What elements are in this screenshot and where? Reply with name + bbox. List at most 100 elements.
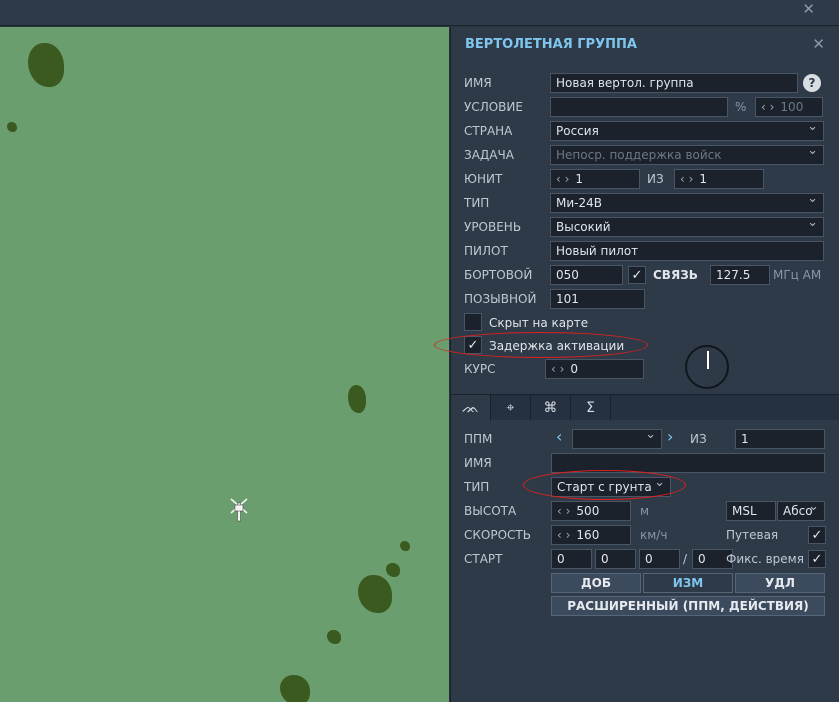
help-icon[interactable]: ? [803,74,821,92]
task-row: ЗАДАЧА Непоср. поддержка войск [464,145,830,165]
task-select[interactable]: Непоср. поддержка войск [550,145,824,165]
route-label: Путевая [726,528,779,542]
pilot-name-input[interactable]: Новый пилот [550,241,824,261]
wp-name-row: ИМЯ [464,453,830,473]
panel-close-icon[interactable]: ✕ [812,35,825,53]
annotation-circle [523,470,686,500]
start-label: СТАРТ [464,552,503,566]
speed-row: СКОРОСТЬ ‹ › 160 км/ч Путевая ✓ [464,525,830,545]
window-close-icon[interactable]: ✕ [802,0,815,18]
waypoint-row: ППМ ‹ › ИЗ 1 [464,427,830,449]
stepper-arrows-icon[interactable]: ‹ › [556,172,569,186]
unit-total-stepper[interactable]: ‹ › 1 [674,169,764,189]
tree-icon [280,675,310,702]
helicopter-unit-icon[interactable] [229,497,249,523]
tree-icon [28,43,64,87]
stepper-arrows-icon[interactable]: ‹ › [551,362,564,376]
type-label: ТИП [464,196,490,210]
name-label: ИМЯ [464,76,492,90]
aircraft-type-select[interactable]: Ми-24В [550,193,824,213]
start-hours-input[interactable]: 0 [551,549,592,569]
type-row: ТИП Ми-24В [464,193,830,213]
skill-label: УРОВЕНЬ [464,220,522,234]
altitude-mode-select[interactable]: Абсо [777,501,825,521]
annotation-circle [434,332,648,358]
start-seconds-input[interactable]: 0 [639,549,680,569]
stepper-arrows-icon[interactable]: ‹ › [557,528,570,542]
tab-tasks[interactable]: ⌘ [531,395,571,421]
country-select[interactable]: Россия [550,121,824,141]
tree-icon [358,575,392,613]
hidden-on-map-label: Скрыт на карте [489,316,589,330]
unit-value: 1 [575,172,584,186]
tree-icon [7,122,17,132]
probability-value: 100 [780,100,804,114]
pilot-row: ПИЛОТ Новый пилот [464,241,830,261]
radio-checkbox[interactable]: ✓ [628,266,646,284]
tab-route[interactable]: ᨏ [451,395,491,421]
compass-needle-icon [707,351,709,369]
skill-row: УРОВЕНЬ Высокий [464,217,830,237]
altitude-stepper[interactable]: ‹ › 500 [551,501,631,521]
callsign-input[interactable]: 101 [550,289,645,309]
unit-of-label: ИЗ [647,172,664,186]
altitude-label: ВЫСОТА [464,504,517,518]
altitude-unit: м [640,504,650,518]
condition-input[interactable] [550,97,728,117]
route-checkbox[interactable]: ✓ [808,526,826,544]
delete-waypoint-button[interactable]: УДЛ [735,573,825,593]
heading-value: 0 [570,362,579,376]
board-number-input[interactable]: 050 [550,265,623,285]
group-name-input[interactable]: Новая вертол. группа [550,73,798,93]
hidden-row: Скрыт на карте [464,313,830,333]
radio-label: СВЯЗЬ [653,268,698,282]
waypoint-label: ППМ [464,432,493,446]
waypoint-select[interactable] [572,429,662,449]
heading-label: КУРС [464,362,496,376]
tree-icon [400,541,410,551]
fixed-time-checkbox[interactable]: ✓ [808,550,826,568]
fixed-time-label: Фикс. время [726,552,804,566]
target-icon: ⌖ [506,400,515,416]
helicopter-group-panel: ВЕРТОЛЕТНАЯ ГРУППА ✕ ИМЯ Новая вертол. г… [434,27,839,702]
frequency-input[interactable]: 127.5 [710,265,770,285]
wp-name-label: ИМЯ [464,456,492,470]
heading-row: КУРС ‹ › 0 [464,359,830,379]
wp-type-label: ТИП [464,480,490,494]
waypoint-of-label: ИЗ [690,432,707,446]
stepper-arrows-icon[interactable]: ‹ › [557,504,570,518]
advanced-actions-button[interactable]: РАСШИРЕННЫЙ (ППМ, ДЕЙСТВИЯ) [551,596,825,616]
name-row: ИМЯ Новая вертол. группа ? [464,73,830,93]
unit-total-value: 1 [699,172,708,186]
tab-payload[interactable]: ⌖ [491,395,531,421]
window-titlebar: ✕ [0,0,839,26]
stepper-arrows-icon[interactable]: ‹ › [761,100,774,114]
next-waypoint-icon[interactable]: › [667,427,673,446]
waypoint-total-field: 1 [735,429,825,449]
tab-bar: ᨏ ⌖ ⌘ Σ [451,394,839,421]
map-view[interactable] [0,27,449,702]
speed-stepper[interactable]: ‹ › 160 [551,525,631,545]
pilot-label: ПИЛОТ [464,244,508,258]
edit-waypoint-button[interactable]: ИЗМ [643,573,733,593]
prev-waypoint-icon[interactable]: ‹ [556,427,562,446]
speed-label: СКОРОСТЬ [464,528,531,542]
hidden-on-map-checkbox[interactable] [464,313,482,331]
heading-compass[interactable] [685,345,729,389]
speed-unit: км/ч [640,528,668,542]
route-icon: ᨏ [461,400,480,416]
skill-select[interactable]: Высокий [550,217,824,237]
altitude-ref-field[interactable]: MSL [726,501,776,521]
board-row: БОРТОВОЙ 050 ✓ СВЯЗЬ 127.5 МГц AM [464,265,830,285]
heading-stepper[interactable]: ‹ › 0 [545,359,644,379]
start-row: СТАРТ 0 0 0 / 0 Фикс. время ✓ [464,549,830,569]
stepper-arrows-icon[interactable]: ‹ › [680,172,693,186]
start-minutes-input[interactable]: 0 [595,549,636,569]
condition-label: УСЛОВИЕ [464,100,523,114]
country-label: СТРАНА [464,124,513,138]
add-waypoint-button[interactable]: ДОБ [551,573,641,593]
tree-icon [327,630,341,644]
unit-stepper[interactable]: ‹ › 1 [550,169,640,189]
probability-stepper[interactable]: ‹ › 100 [755,97,823,117]
tab-summary[interactable]: Σ [571,395,611,421]
